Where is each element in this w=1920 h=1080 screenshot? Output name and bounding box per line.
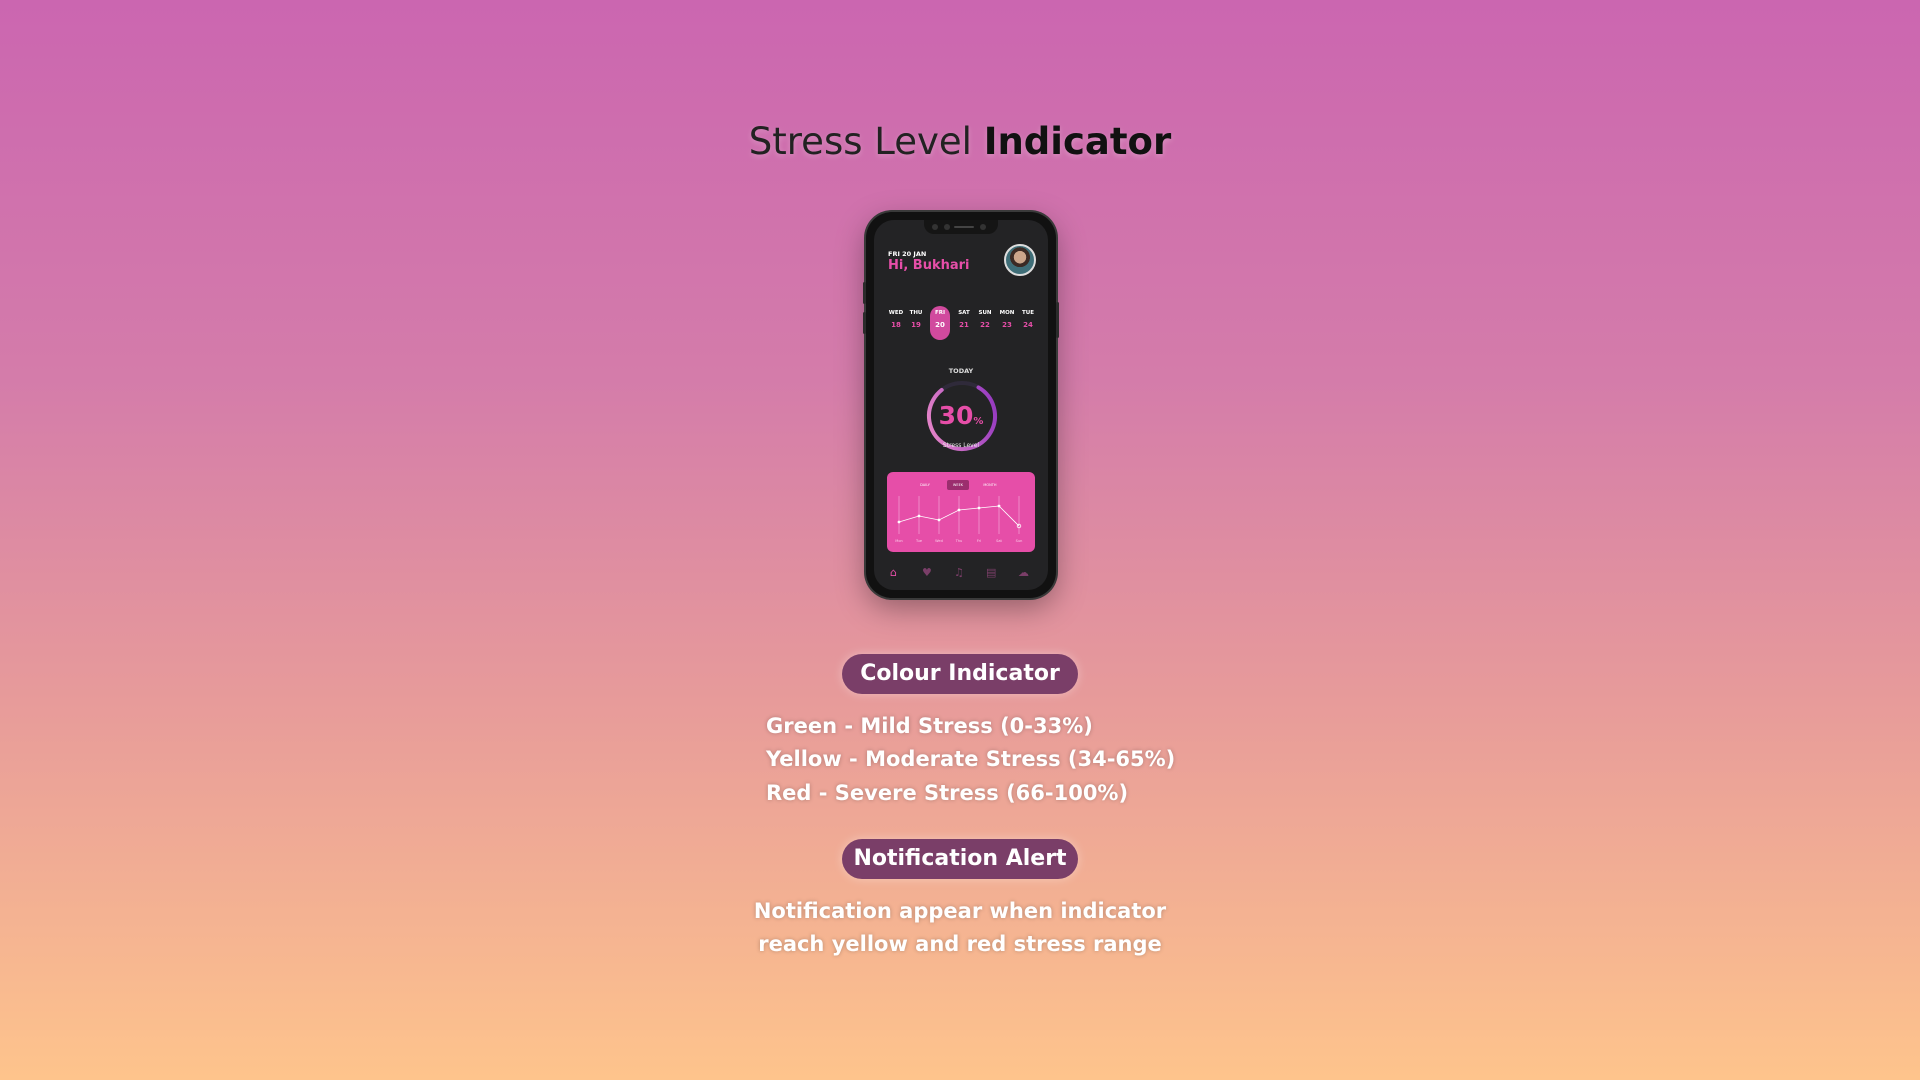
day-name: SUN: [978, 310, 992, 316]
chart-day-label: Sat: [996, 539, 1002, 543]
day-date: 19: [911, 321, 921, 329]
day-item-fri[interactable]: FRI 20: [930, 306, 950, 340]
day-item-mon[interactable]: MON 23: [997, 306, 1017, 340]
day-date: 24: [1023, 321, 1033, 329]
heart-icon[interactable]: ♥: [922, 566, 932, 580]
colour-line-green: Green - Mild Stress (0-33%): [766, 714, 1093, 738]
notification-line-2: reach yellow and red stress range: [758, 932, 1162, 956]
notification-alert-heading: Notification Alert: [842, 839, 1078, 879]
chart-point: [917, 514, 921, 518]
journal-icon[interactable]: ▤: [986, 566, 996, 580]
notification-line-1: Notification appear when indicator: [753, 899, 1167, 923]
tab-daily[interactable]: DAILY: [915, 480, 935, 490]
today-label: TODAY: [948, 367, 974, 375]
phone-power-button: [1056, 302, 1059, 338]
stress-value: 30%: [874, 401, 1048, 430]
stress-label: Stress Level: [942, 442, 980, 449]
sensor-icon: [980, 224, 986, 230]
day-name: WED: [888, 310, 904, 316]
cloud-icon[interactable]: ☁: [1018, 566, 1029, 580]
page-title: Stress Level Indicator: [0, 120, 1920, 163]
phone-notch: [924, 220, 998, 234]
tab-month[interactable]: MONTH: [979, 480, 1001, 490]
stress-number: 30: [938, 401, 974, 430]
bottom-nav: ⌂ ♥ ♫ ▤ ☁: [874, 564, 1048, 584]
phone-screen: FRI 20 JAN Hi, Bukhari WED 18 THU 19 FRI…: [874, 220, 1048, 590]
day-selector: WED 18 THU 19 FRI 20 SAT 21 SUN 22 MON 2…: [884, 306, 1040, 340]
speaker-grille: [954, 226, 974, 228]
chart-point: [977, 506, 981, 510]
day-name: FRI: [934, 310, 946, 316]
title-regular: Stress Level: [748, 120, 984, 163]
chart-day-label: Wed: [935, 539, 943, 543]
chart-day-label: Fri: [977, 539, 981, 543]
tab-week[interactable]: WEEK: [947, 480, 969, 490]
day-name: MON: [999, 310, 1015, 316]
chart-point: [957, 508, 961, 512]
phone-volume-down: [863, 312, 866, 334]
chart-day-label: Thu: [955, 539, 963, 543]
stress-unit: %: [973, 416, 984, 427]
chart-point: [897, 520, 901, 524]
day-name: SAT: [958, 310, 970, 316]
sensor-icon: [944, 224, 950, 230]
colour-line-yellow: Yellow - Moderate Stress (34-65%): [766, 747, 1176, 771]
chart-point: [997, 504, 1001, 508]
day-item-wed[interactable]: WED 18: [886, 306, 906, 340]
avatar[interactable]: [1004, 244, 1036, 276]
day-date: 22: [980, 321, 990, 329]
music-icon[interactable]: ♫: [954, 566, 964, 580]
camera-icon: [932, 224, 938, 230]
day-item-tue[interactable]: TUE 24: [1018, 306, 1038, 340]
date-label: FRI 20 JAN: [888, 250, 927, 258]
day-name: TUE: [1022, 310, 1034, 316]
chart-day-label: Tue: [915, 539, 922, 543]
weekly-chart-card: DAILY WEEK MONTH Mon Tue Wed Thu Fri Sat…: [887, 472, 1035, 552]
day-date: 18: [891, 321, 901, 329]
day-item-thu[interactable]: THU 19: [906, 306, 926, 340]
colour-line-red: Red - Severe Stress (66-100%): [766, 781, 1129, 805]
chart-point: [937, 518, 941, 522]
day-item-sat[interactable]: SAT 21: [954, 306, 974, 340]
colour-indicator-heading: Colour Indicator: [842, 654, 1078, 694]
day-date: 21: [959, 321, 969, 329]
chart-day-label: Sun: [1016, 539, 1023, 543]
phone-mockup: FRI 20 JAN Hi, Bukhari WED 18 THU 19 FRI…: [863, 212, 1059, 598]
day-item-sun[interactable]: SUN 22: [975, 306, 995, 340]
weekly-stress-chart: Mon Tue Wed Thu Fri Sat Sun: [895, 496, 1023, 543]
day-date: 20: [935, 321, 945, 329]
chart-day-label: Mon: [895, 539, 902, 543]
greeting: Hi, Bukhari: [888, 258, 970, 273]
phone-volume-up: [863, 282, 866, 304]
day-date: 23: [1002, 321, 1012, 329]
title-bold: Indicator: [983, 120, 1172, 163]
day-name: THU: [909, 310, 923, 316]
home-icon[interactable]: ⌂: [890, 566, 897, 580]
